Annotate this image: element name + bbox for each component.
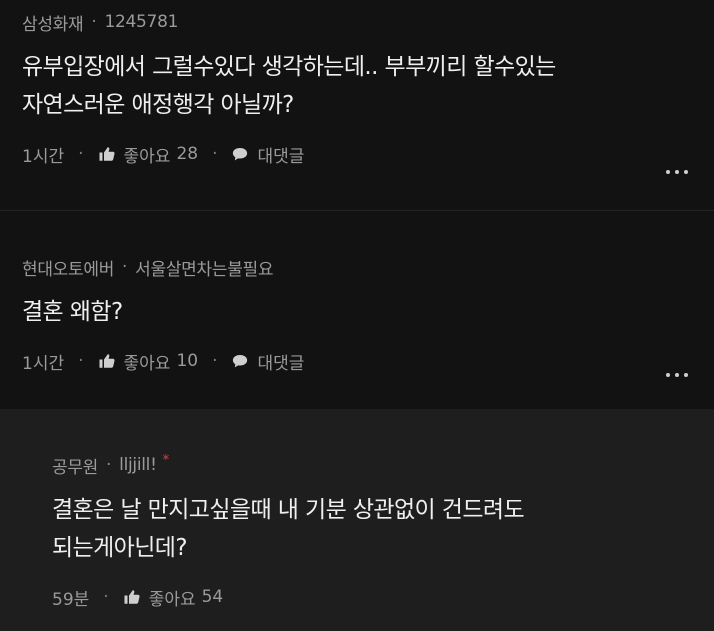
comment-1: 삼성화재 · 1245781 유부입장에서 그럴수있다 생각하는데.. 부부끼리… (0, 0, 714, 210)
comment-meta: 삼성화재 · 1245781 (22, 10, 692, 35)
comment-time: 1시간 (22, 146, 65, 167)
comment-time: 59분 (52, 589, 90, 610)
comment-actions: 59분 · 좋아요 54 (52, 585, 692, 610)
comment-time: 1시간 (22, 353, 65, 374)
separator-dot: · (78, 144, 84, 164)
more-dots-icon (666, 373, 670, 377)
comment-text: 결혼은 날 만지고싶을때 내 기분 상관없이 건드려도 되는게아닌데? (52, 497, 525, 561)
separator-dot: · (122, 257, 128, 277)
separator-dot: · (106, 455, 112, 475)
comment-2: 현대오토에버 · 서울살면차는불필요 결혼 왜함? 1시간 · 좋아요 10 ·… (0, 211, 714, 409)
comment-actions: 1시간 · 좋아요 28 · 대댓글 (22, 142, 692, 167)
comment-actions: 1시간 · 좋아요 10 · 대댓글 (22, 349, 692, 374)
comment-meta: 공무원 · lljjill! * (52, 452, 692, 478)
thumbs-up-icon (99, 147, 115, 161)
like-count: 54 (201, 587, 224, 607)
like-label: 좋아요 (123, 146, 171, 167)
separator-dot: · (212, 351, 218, 371)
reply-label: 대댓글 (257, 353, 305, 374)
separator-dot: · (103, 587, 109, 607)
comment-author[interactable]: 삼성화재 (22, 10, 84, 35)
thumbs-up-icon (124, 590, 140, 604)
like-label: 좋아요 (123, 353, 171, 374)
comment-text: 결혼 왜함? (22, 299, 123, 325)
like-button[interactable]: 좋아요 10 (98, 349, 199, 374)
separator-dot: · (91, 12, 97, 32)
thumbs-up-icon (99, 354, 115, 368)
like-label: 좋아요 (148, 589, 196, 610)
reply-comment: 공무원 · lljjill! * 결혼은 날 만지고싶을때 내 기분 상관없이 … (0, 409, 714, 631)
more-options-button[interactable] (666, 373, 688, 377)
comment-meta: 현대오토에버 · 서울살면차는불필요 (22, 255, 692, 280)
reply-button[interactable]: 대댓글 (231, 142, 304, 167)
like-button[interactable]: 좋아요 28 (98, 142, 199, 167)
comment-author-tag: 서울살면차는불필요 (135, 259, 274, 280)
author-badge: * (162, 452, 170, 468)
comment-text: 유부입장에서 그럴수있다 생각하는데.. 부부끼리 할수있는 자연스러운 애정행… (22, 54, 556, 118)
separator-dot: · (78, 351, 84, 371)
separator-dot: · (212, 144, 218, 164)
comment-author-tag: 1245781 (104, 12, 179, 32)
comment-author-tag: lljjill! (119, 455, 157, 475)
like-count: 10 (176, 351, 199, 371)
speech-bubble-icon (233, 148, 248, 161)
like-count: 28 (176, 144, 199, 164)
like-button[interactable]: 좋아요 54 (123, 585, 224, 610)
more-dots-icon (666, 170, 670, 174)
comment-author[interactable]: 공무원 (52, 453, 98, 478)
speech-bubble-icon (233, 355, 248, 368)
comment-author[interactable]: 현대오토에버 (22, 255, 114, 280)
more-options-button[interactable] (666, 170, 688, 174)
reply-button[interactable]: 대댓글 (231, 349, 304, 374)
reply-label: 대댓글 (257, 146, 305, 167)
